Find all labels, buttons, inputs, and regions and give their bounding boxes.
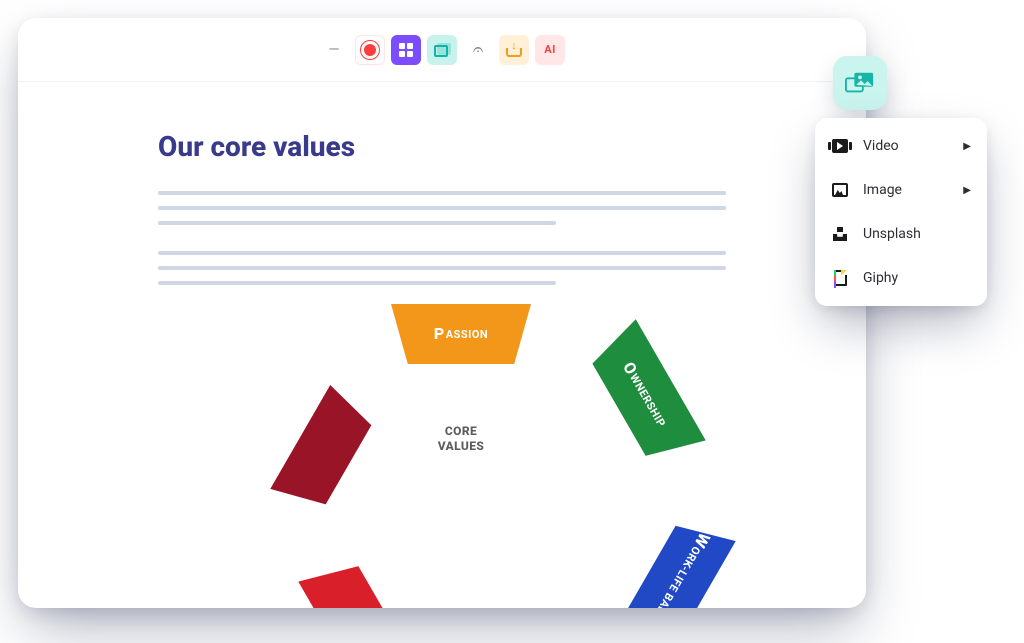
media-menu-label: Unsplash	[863, 226, 921, 242]
media-menu-label: Video	[863, 138, 899, 154]
image-icon	[831, 181, 849, 199]
value-segment-passion: PASSION	[391, 304, 531, 364]
media-stack-icon	[845, 70, 875, 96]
value-segment-respect: RESPECT AND INTEGRITY	[298, 552, 420, 608]
core-values-center: CORE VALUES	[411, 396, 511, 482]
placeholder-line	[158, 266, 726, 270]
editor-card: — 𝄐 AI Our core values PASSION OWNERSHIP…	[18, 18, 866, 608]
placeholder-line	[158, 191, 726, 195]
value-segment-ownership: OWNERSHIP	[584, 319, 706, 470]
media-menu: Video ▶ Image ▶ Unsplash Giphy	[815, 118, 987, 306]
value-segment-accent	[270, 385, 378, 517]
toolbar-attach-button[interactable]: 𝄐	[463, 35, 493, 65]
value-segment-worklife: WORK-LIFE BALANCE	[614, 511, 736, 608]
video-icon	[831, 137, 849, 155]
editor-toolbar: — 𝄐 AI	[18, 18, 866, 82]
media-menu-giphy[interactable]: Giphy	[815, 256, 987, 300]
toolbar-record-button[interactable]	[355, 35, 385, 65]
placeholder-line	[158, 281, 556, 285]
unsplash-icon	[831, 225, 849, 243]
placeholder-line	[158, 251, 726, 255]
toolbar-import-button[interactable]	[499, 35, 529, 65]
toolbar-table-button[interactable]	[391, 35, 421, 65]
toolbar-divider-button[interactable]: —	[319, 35, 349, 65]
record-icon	[364, 44, 376, 56]
giphy-icon	[831, 269, 849, 287]
media-menu-image[interactable]: Image ▶	[815, 168, 987, 212]
placeholder-paragraph	[158, 191, 726, 225]
chevron-right-icon: ▶	[963, 185, 971, 196]
toolbar-media-button[interactable]	[427, 35, 457, 65]
media-menu-video[interactable]: Video ▶	[815, 124, 987, 168]
placeholder-line	[158, 221, 556, 225]
core-values-graphic: PASSION OWNERSHIP WORK-LIFE BALANCE EXCE…	[333, 308, 588, 563]
placeholder-line	[158, 206, 726, 210]
media-menu-unsplash[interactable]: Unsplash	[815, 212, 987, 256]
media-menu-anchor[interactable]	[833, 56, 887, 110]
chevron-right-icon: ▶	[963, 141, 971, 152]
table-icon	[399, 43, 413, 57]
import-icon	[506, 43, 522, 57]
media-icon	[434, 43, 450, 57]
media-menu-label: Image	[863, 182, 902, 198]
page-title: Our core values	[158, 130, 726, 163]
placeholder-paragraph	[158, 251, 726, 285]
media-menu-label: Giphy	[863, 270, 898, 286]
toolbar-ai-button[interactable]: AI	[535, 35, 565, 65]
document-body[interactable]: Our core values	[18, 82, 866, 285]
paperclip-icon: 𝄐	[473, 41, 483, 59]
